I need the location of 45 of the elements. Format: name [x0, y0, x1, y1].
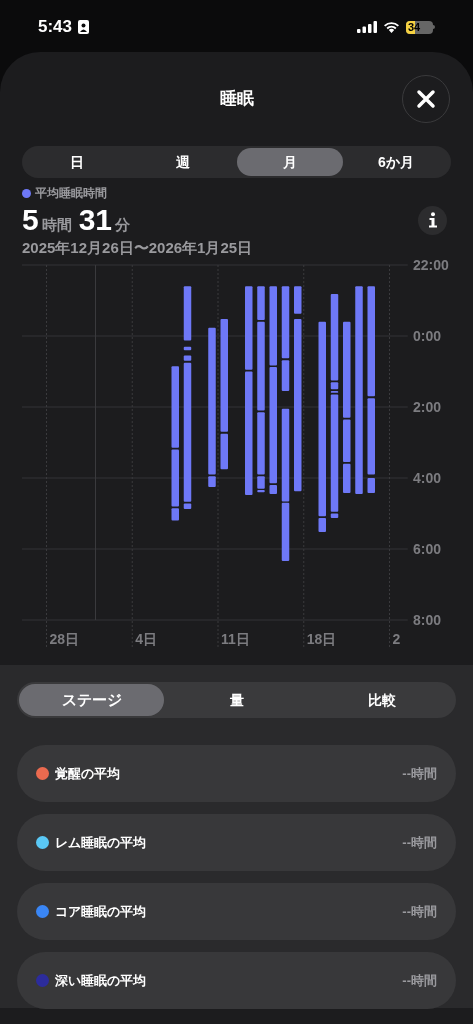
close-icon	[416, 89, 436, 109]
hours-unit: 時間	[41, 215, 72, 235]
axis-label: 0:00	[413, 328, 442, 344]
stage-row[interactable]: レム睡眠の平均 --時間	[17, 814, 456, 871]
minutes-unit: 分	[115, 215, 131, 235]
axis-label: 28日	[49, 631, 80, 647]
close-button[interactable]	[402, 75, 450, 123]
axis-label: 6:00	[413, 541, 442, 557]
wifi-icon	[383, 21, 400, 33]
stage-row[interactable]: 覚醒の平均 --時間	[17, 745, 456, 802]
axis-label: 2	[392, 631, 401, 647]
period-tab[interactable]: 6か月	[342, 148, 449, 176]
info-icon	[427, 212, 438, 228]
axis-label: 11日	[221, 631, 250, 647]
stage-label: コア睡眠の平均	[55, 902, 146, 921]
hours-value: 5	[22, 202, 39, 238]
stage-label: レム睡眠の平均	[55, 833, 146, 852]
legend-label: 平均睡眠時間	[35, 185, 107, 202]
status-time: 5:43	[38, 16, 73, 39]
stage-row[interactable]: 深い睡眠の平均 --時間	[17, 952, 456, 1009]
stage-label: 覚醒の平均	[55, 764, 120, 783]
stage-value: --時間	[402, 764, 437, 783]
period-tab[interactable]: 週	[130, 148, 237, 176]
date-range: 2025年12月26日〜2026年1月25日	[22, 238, 254, 258]
axis-label: 4:00	[413, 470, 442, 486]
stage-value: --時間	[402, 902, 437, 921]
sheet-title: 睡眠	[219, 88, 254, 111]
stage-label: 深い睡眠の平均	[55, 971, 146, 990]
view-tab[interactable]: 量	[164, 684, 309, 716]
signal-icon	[357, 21, 377, 33]
stage-row[interactable]: コア睡眠の平均 --時間	[17, 883, 456, 940]
axis-label: 22:00	[413, 260, 449, 273]
axis-label: 18日	[306, 631, 337, 647]
axis-label: 8:00	[413, 612, 442, 628]
stage-value: --時間	[402, 971, 437, 990]
minutes-value: 31	[78, 202, 113, 238]
period-tab[interactable]: 日	[24, 148, 131, 176]
id-card-icon	[78, 20, 90, 34]
period-tab[interactable]: 月	[236, 148, 343, 176]
view-tab[interactable]: ステージ	[19, 684, 164, 716]
axis-label: 4日	[135, 631, 158, 647]
axis-label: 2:00	[413, 399, 442, 415]
info-button[interactable]	[418, 205, 447, 235]
view-tab[interactable]: 比較	[309, 684, 454, 716]
stage-value: --時間	[402, 833, 437, 852]
